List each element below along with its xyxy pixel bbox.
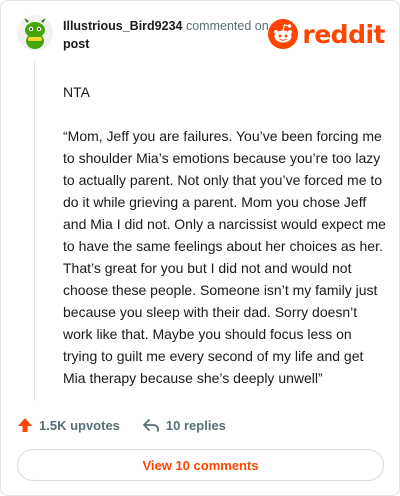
comment-actions: 1.5K upvotes 10 replies: [17, 413, 248, 437]
view-comments-button[interactable]: View 10 comments: [17, 449, 384, 481]
comment-paragraph: “Mom, Jeff you are failures. You’ve been…: [63, 128, 390, 386]
comment-card: Illustrious_Bird9234 commented on post r…: [0, 0, 400, 496]
reddit-logo[interactable]: reddit: [268, 17, 385, 51]
replies-label: 10 replies: [165, 417, 226, 433]
reddit-snoo-icon: [268, 19, 299, 49]
upvote-button[interactable]: 1.5K upvotes: [17, 417, 120, 433]
reply-arrow-icon: [143, 419, 159, 432]
comment-body: NTA “Mom, Jeff you are failures. You’ve …: [63, 81, 389, 411]
post-link[interactable]: post: [63, 35, 273, 53]
reply-button[interactable]: 10 replies: [142, 417, 226, 433]
comment-meta: Illustrious_Bird9234 commented on post: [63, 17, 273, 53]
username[interactable]: Illustrious_Bird9234: [63, 19, 183, 33]
action-text: commented on: [185, 19, 269, 33]
upvotes-label: 1.5K upvotes: [39, 417, 120, 433]
thread-line: [34, 61, 35, 401]
reddit-wordmark: reddit: [302, 19, 385, 49]
comment-paragraph: NTA: [63, 84, 90, 100]
upvote-arrow-icon: [18, 418, 32, 432]
comment-header: Illustrious_Bird9234 commented on post r…: [17, 15, 385, 55]
snoo-avatar-icon[interactable]: [17, 15, 53, 51]
